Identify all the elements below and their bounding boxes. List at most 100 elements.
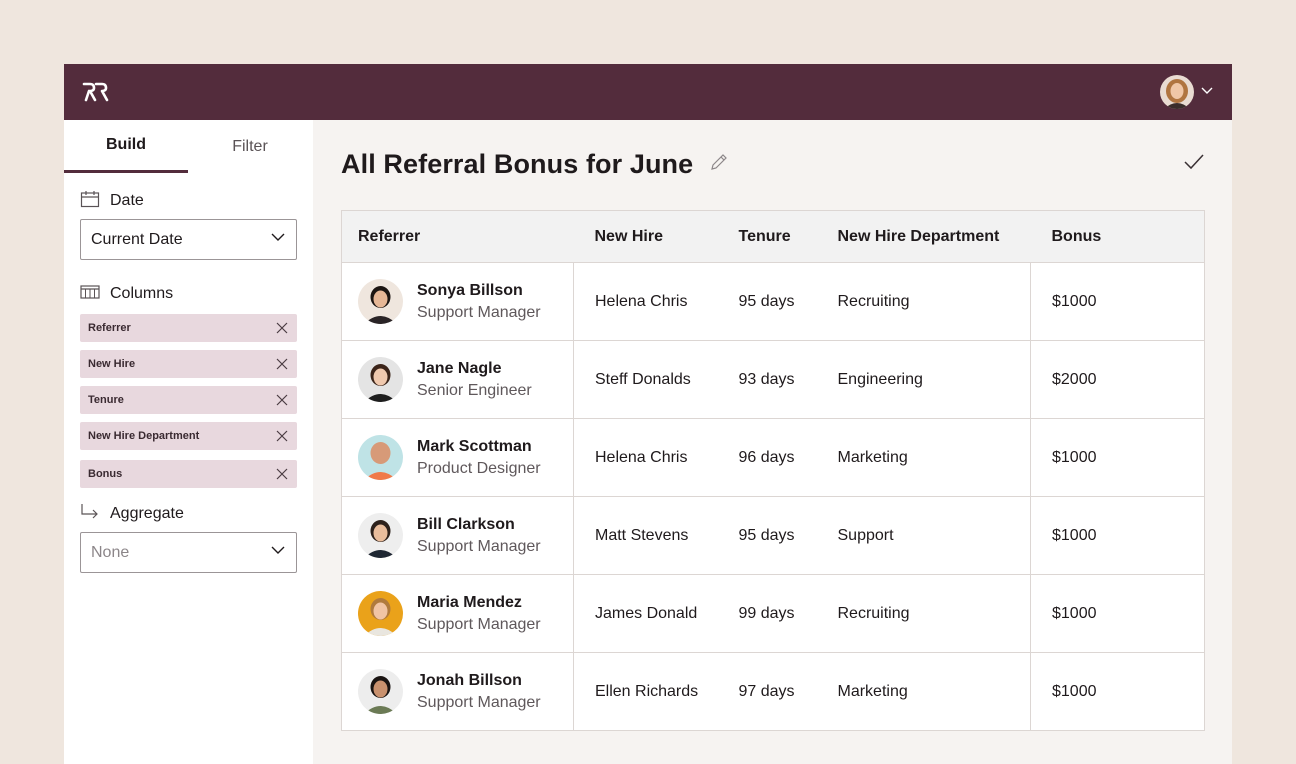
referrer-role: Support Manager (417, 615, 541, 633)
tenure-cell: 93 days (738, 370, 795, 388)
avatar-face (373, 368, 388, 386)
columns-icon (80, 284, 100, 305)
avatar-face (373, 680, 388, 698)
bonus-cell: $1000 (1030, 262, 1205, 341)
table-row[interactable]: Mark Scottman Product Designer Helena Ch… (341, 418, 1205, 497)
department-cell: Engineering (837, 370, 923, 388)
column-chip-tenure[interactable]: Tenure (80, 386, 297, 414)
aggregate-section-label: Aggregate (80, 503, 297, 526)
close-icon[interactable] (275, 393, 289, 407)
table-row[interactable]: Jonah Billson Support Manager Ellen Rich… (341, 652, 1205, 731)
table-row[interactable]: Jane Nagle Senior Engineer Steff Donalds… (341, 340, 1205, 419)
aggregate-label: Aggregate (110, 505, 184, 522)
chip-label: Tenure (88, 394, 124, 406)
chip-label: New Hire (88, 358, 136, 370)
referrer-name: Jonah Billson (417, 671, 522, 689)
avatar-face (373, 524, 388, 542)
tab-build[interactable]: Build (64, 120, 188, 173)
referrer-cell: Jonah Billson Support Manager (341, 652, 574, 731)
table-row[interactable]: Bill Clarkson Support Manager Matt Steve… (341, 496, 1205, 575)
chip-label: New Hire Department (88, 430, 200, 442)
referrer-role: Support Manager (417, 303, 541, 321)
report-header: All Referral Bonus for June (341, 120, 1205, 208)
column-header-bonus[interactable]: Bonus (1031, 211, 1205, 263)
logo-icon[interactable] (82, 81, 110, 103)
referrer-cell: Sonya Billson Support Manager (341, 262, 574, 341)
page-title: All Referral Bonus for June (341, 148, 694, 179)
avatar (358, 669, 403, 714)
bonus-cell: $1000 (1030, 496, 1205, 575)
column-chip-bonus[interactable]: Bonus (80, 460, 297, 488)
new-hire-cell: Steff Donalds (595, 370, 691, 388)
new-hire-cell: Matt Stevens (595, 526, 689, 544)
referrer-name: Mark Scottman (417, 437, 532, 455)
referrer-role: Senior Engineer (417, 381, 532, 399)
chip-label: Bonus (88, 468, 123, 480)
referrer-role: Support Manager (417, 693, 541, 711)
referrer-name: Jane Nagle (417, 359, 502, 377)
avatar-face (373, 290, 388, 308)
referrer-cell: Mark Scottman Product Designer (341, 418, 574, 497)
chevron-down-icon (270, 542, 286, 563)
close-icon[interactable] (275, 357, 289, 371)
new-hire-cell: James Donald (595, 604, 698, 622)
calendar-icon (80, 190, 100, 213)
new-hire-cell: Ellen Richards (595, 682, 699, 700)
sidebar-tabs: Build Filter (64, 120, 313, 173)
column-header-referrer[interactable]: Referrer (342, 211, 574, 263)
column-header-department[interactable]: New Hire Department (817, 211, 1031, 263)
avatar (358, 591, 403, 636)
close-icon[interactable] (275, 429, 289, 443)
referrer-name: Maria Mendez (417, 593, 522, 611)
column-chip-new-hire-department[interactable]: New Hire Department (80, 422, 297, 450)
bonus-cell: $2000 (1030, 340, 1205, 419)
columns-label: Columns (110, 285, 174, 302)
date-section-label: Date (80, 190, 297, 213)
tenure-cell: 95 days (738, 526, 795, 544)
avatar (358, 279, 403, 324)
column-chip-referrer[interactable]: Referrer (80, 314, 297, 342)
department-cell: Support (837, 526, 894, 544)
check-icon[interactable] (1183, 151, 1205, 178)
department-cell: Marketing (837, 448, 908, 466)
tenure-cell: 97 days (738, 682, 795, 700)
referral-table: Referrer New Hire Tenure New Hire Depart… (341, 210, 1205, 731)
column-chip-new-hire[interactable]: New Hire (80, 350, 297, 378)
table-row[interactable]: Maria Mendez Support Manager James Donal… (341, 574, 1205, 653)
close-icon[interactable] (275, 321, 289, 335)
table-row[interactable]: Sonya Billson Support Manager Helena Chr… (341, 262, 1205, 341)
table-header-row: Referrer New Hire Tenure New Hire Depart… (341, 210, 1205, 263)
main-content: All Referral Bonus for June Referrer New… (313, 120, 1232, 764)
column-header-tenure[interactable]: Tenure (718, 211, 817, 263)
aggregate-select[interactable]: None (80, 532, 297, 573)
chevron-down-icon[interactable] (1200, 83, 1214, 102)
tab-filter[interactable]: Filter (188, 120, 312, 173)
column-chips: Referrer New Hire Tenure New Hire Depart… (80, 314, 297, 488)
avatar-face (373, 446, 388, 464)
avatar (358, 435, 403, 480)
date-label: Date (110, 192, 144, 209)
department-cell: Recruiting (837, 604, 910, 622)
referrer-role: Product Designer (417, 459, 541, 477)
aggregate-arrow-icon (80, 503, 100, 526)
account-menu[interactable] (1160, 75, 1214, 109)
tenure-cell: 96 days (738, 448, 795, 466)
sidebar: Build Filter Date Current Date Columns R… (64, 120, 313, 764)
pencil-icon[interactable] (709, 152, 729, 177)
avatar (358, 513, 403, 558)
avatar-face (373, 602, 388, 620)
referrer-role: Support Manager (417, 537, 541, 555)
avatar (358, 357, 403, 402)
chevron-down-icon (270, 229, 286, 250)
bonus-cell: $1000 (1030, 652, 1205, 731)
referrer-cell: Jane Nagle Senior Engineer (341, 340, 574, 419)
referrer-name: Sonya Billson (417, 281, 523, 299)
column-header-new-hire[interactable]: New Hire (574, 211, 718, 263)
avatar[interactable] (1160, 75, 1194, 109)
columns-section-label: Columns (80, 284, 297, 304)
close-icon[interactable] (275, 467, 289, 481)
bonus-cell: $1000 (1030, 574, 1205, 653)
app-window: Build Filter Date Current Date Columns R… (64, 64, 1232, 764)
date-select[interactable]: Current Date (80, 219, 297, 260)
referrer-name: Bill Clarkson (417, 515, 515, 533)
